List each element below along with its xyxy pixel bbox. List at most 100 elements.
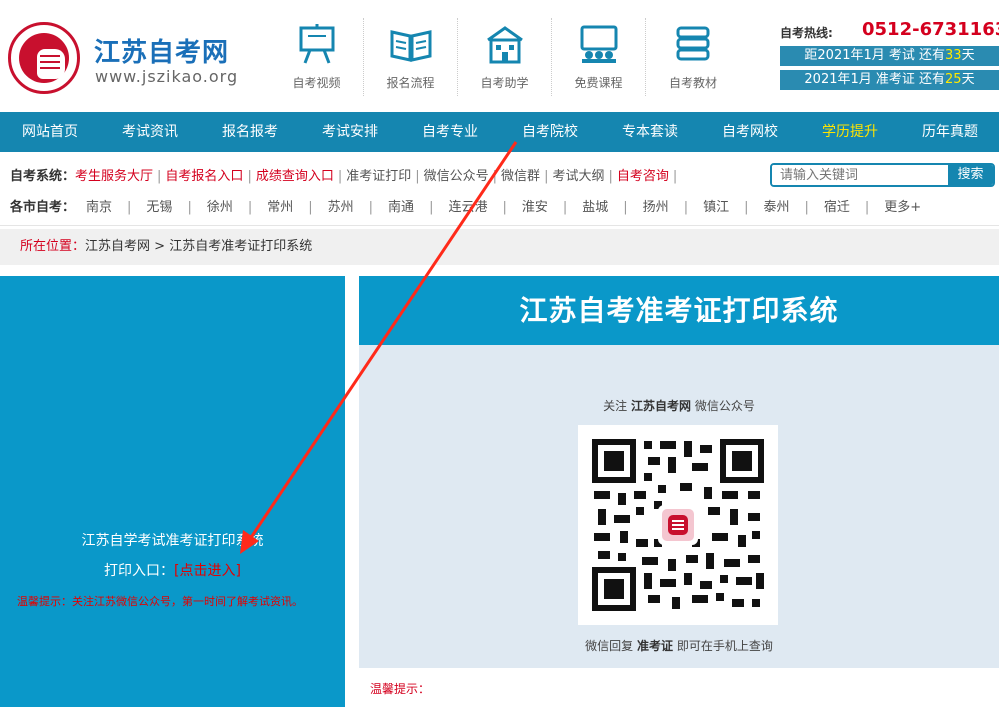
city-link-taizhou[interactable]: 泰州 — [763, 200, 789, 215]
city-link-suzhou[interactable]: 苏州 — [328, 200, 354, 215]
classroom-icon — [580, 25, 617, 63]
wechat-panel: 江苏自考准考证打印系统 关注 江苏自考网 微信公众号 微信回复 准考证 即可在手… — [359, 276, 999, 707]
city-link-huaian[interactable]: 淮安 — [522, 200, 548, 215]
divider: | — [492, 169, 498, 184]
site-name[interactable]: 江苏自考网 — [94, 32, 229, 69]
divider: | — [247, 169, 252, 184]
print-system-title: 江苏自学考试准考证打印系统 — [81, 533, 264, 549]
print-entry-label: 打印入口： — [104, 563, 175, 579]
quick-link-label: 报名流程 — [386, 76, 435, 90]
nav-past-papers[interactable]: 历年真题 — [900, 112, 999, 152]
city-link-changzhou[interactable]: 常州 — [267, 200, 293, 215]
breadcrumb-home[interactable]: 江苏自考网 — [85, 239, 150, 254]
warm-tip: 温馨提示：关注江苏微信公众号，第一时间了解考试资讯。 — [17, 595, 303, 608]
quick-link-label: 自考教材 — [668, 76, 717, 90]
city-row-title: 各市自考： — [10, 200, 76, 215]
city-link-yangzhou[interactable]: 扬州 — [643, 200, 669, 215]
link-wechat-group[interactable]: 微信群 — [501, 169, 540, 184]
nav-colleges[interactable]: 自考院校 — [500, 112, 600, 152]
city-link-xuzhou[interactable]: 徐州 — [207, 200, 233, 215]
search-input[interactable] — [772, 165, 950, 185]
hotline-label: 自考热线: — [780, 26, 833, 40]
print-entry-row: 打印入口：[点击进入] — [0, 560, 345, 580]
stacked-books-icon — [676, 26, 710, 61]
quick-link-label: 自考视频 — [292, 76, 341, 90]
divider: | — [544, 169, 549, 184]
hotline-number: 0512-67311639 — [862, 19, 999, 40]
quick-link-free-courses[interactable]: 免费课程 — [552, 18, 646, 96]
search-box: 搜索 — [770, 163, 995, 187]
nav-combined-programs[interactable]: 专本套读 — [600, 112, 700, 152]
countdown-unit: 天 — [961, 48, 975, 63]
follow-text: 关注 江苏自考网 微信公众号 — [359, 397, 999, 414]
follow-prefix: 关注 — [603, 399, 628, 413]
search-button[interactable]: 搜索 — [948, 165, 993, 185]
nav-online-school[interactable]: 自考网校 — [700, 112, 800, 152]
city-link-lianyungang[interactable]: 连云港 — [448, 200, 487, 215]
site-logo[interactable] — [8, 22, 80, 94]
link-score-query[interactable]: 成绩查询入口 — [256, 169, 334, 184]
logo-emblem — [19, 33, 69, 83]
nav-exam-schedule[interactable]: 考试安排 — [300, 112, 400, 152]
link-syllabus[interactable]: 考试大纲 — [552, 169, 604, 184]
divider: | — [415, 169, 420, 184]
city-link-more[interactable]: 更多+ — [884, 200, 921, 215]
reply-prefix: 微信回复 — [585, 639, 634, 653]
system-links-bar: 自考系统：考生服务大厅 | 自考报名入口 | 成绩查询入口 | 准考证打印 | 微信公众号 | 微信… — [0, 152, 999, 226]
link-registration-entry[interactable]: 自考报名入口 — [165, 169, 243, 184]
divider: | — [337, 169, 343, 184]
divider: | — [368, 200, 374, 215]
system-row-title: 自考系统： — [10, 169, 76, 184]
city-row: 各市自考： 南京 | 无锡 | 徐州 | 常州 | 苏州 | 南通 | 连云港 | 淮安 | 盐城 | 扬州 | 镇江 | 泰… — [10, 196, 932, 215]
reply-instructions: 微信回复 准考证 即可在手机上查询 — [359, 637, 999, 654]
divider: | — [562, 200, 568, 215]
divider: | — [744, 200, 749, 215]
quick-link-video[interactable]: 自考视频 — [270, 18, 364, 96]
divider: | — [683, 200, 689, 215]
city-link-zhenjiang[interactable]: 镇江 — [703, 200, 729, 215]
nav-exam-news[interactable]: 考试资讯 — [100, 112, 200, 152]
tip-box: 温馨提示： — [359, 668, 999, 707]
print-entry-panel: 江苏自学考试准考证打印系统 打印入口：[点击进入] 温馨提示：关注江苏微信公众号… — [0, 276, 345, 707]
link-service-hall[interactable]: 考生服务大厅 — [75, 169, 153, 184]
divider: | — [157, 169, 162, 184]
exam-countdown: 距2021年1月 考试 还有33天 — [780, 46, 999, 66]
divider: | — [864, 200, 870, 215]
city-link-suqian[interactable]: 宿迁 — [824, 200, 850, 215]
easel-icon — [299, 24, 334, 64]
system-row: 自考系统：考生服务大厅 | 自考报名入口 | 成绩查询入口 | 准考证打印 | 微信公众号 | 微信… — [10, 165, 681, 184]
quick-link-tutoring[interactable]: 自考助学 — [458, 18, 552, 96]
divider: | — [672, 169, 678, 184]
city-link-nanjing[interactable]: 南京 — [86, 200, 112, 215]
link-consult[interactable]: 自考咨询 — [617, 169, 669, 184]
open-book-icon — [390, 30, 431, 62]
tip-title: 温馨提示： — [370, 682, 431, 696]
breadcrumb-separator: > — [154, 239, 166, 254]
city-link-nantong[interactable]: 南通 — [388, 200, 414, 215]
countdown-days: 25 — [945, 72, 962, 87]
divider: | — [502, 200, 507, 215]
divider: | — [247, 200, 253, 215]
reply-suffix: 即可在手机上查询 — [676, 639, 773, 653]
countdown-days: 33 — [945, 48, 962, 63]
nav-majors[interactable]: 自考专业 — [400, 112, 500, 152]
site-url: www.jszikao.org — [95, 67, 239, 86]
link-admission-print[interactable]: 准考证打印 — [346, 169, 411, 184]
wechat-qr-code — [578, 425, 778, 625]
city-link-wuxi[interactable]: 无锡 — [146, 200, 172, 215]
fist-icon — [37, 49, 65, 79]
quick-link-process[interactable]: 报名流程 — [364, 18, 458, 96]
city-link-yancheng[interactable]: 盐城 — [582, 200, 608, 215]
nav-home[interactable]: 网站首页 — [0, 112, 100, 152]
print-entry-link[interactable]: [点击进入] — [174, 563, 241, 579]
breadcrumb: 所在位置：江苏自考网 > 江苏自考准考证打印系统 — [0, 229, 999, 265]
nav-degree-upgrade[interactable]: 学历提升 — [800, 112, 900, 152]
countdown-unit: 天 — [961, 72, 975, 87]
breadcrumb-label: 所在位置： — [20, 239, 86, 254]
quick-link-textbooks[interactable]: 自考教材 — [646, 18, 740, 96]
follow-account-name: 江苏自考网 — [630, 399, 691, 413]
quick-link-label: 自考助学 — [480, 76, 529, 90]
link-wechat-account[interactable]: 微信公众号 — [424, 169, 489, 184]
nav-registration[interactable]: 报名报考 — [200, 112, 300, 152]
divider: | — [308, 200, 313, 215]
